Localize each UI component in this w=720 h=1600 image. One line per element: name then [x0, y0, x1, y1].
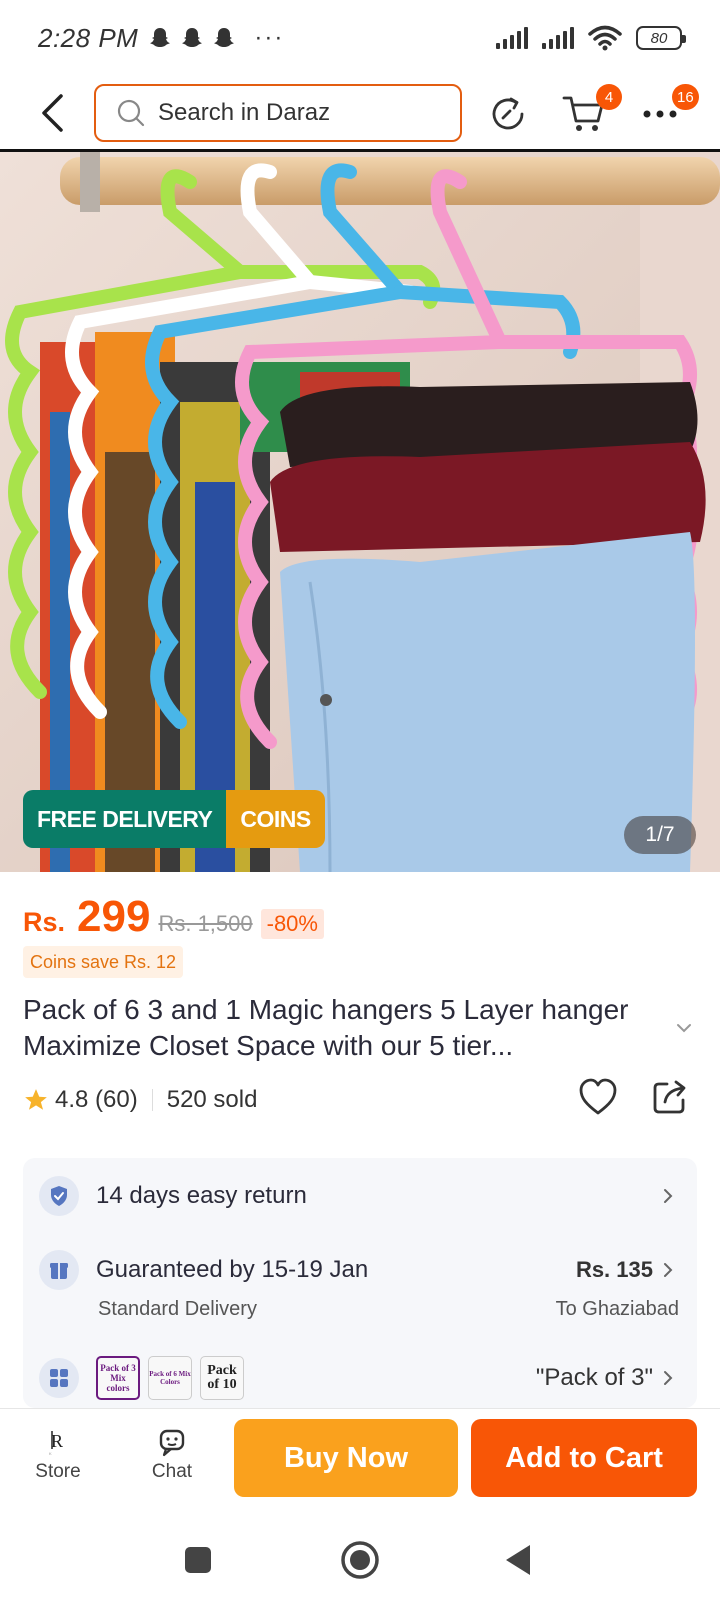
store-button[interactable]: RK Store [28, 1427, 88, 1483]
bottom-action-bar: RK Store Chat Buy Now Add to Cart [0, 1408, 720, 1520]
more-notifications-icon: ··· [254, 24, 285, 51]
variant-grid-icon [39, 1358, 79, 1398]
recents-icon [185, 1547, 211, 1573]
price-current: 299 [77, 892, 151, 941]
search-input[interactable] [158, 98, 438, 127]
snapchat-icon [214, 28, 235, 47]
wishlist-button[interactable] [578, 1078, 618, 1121]
variant-thumb[interactable]: Pack of 3 Mix colors [96, 1356, 140, 1400]
signal-icon [496, 27, 528, 49]
add-to-cart-button[interactable]: Add to Cart [471, 1419, 697, 1497]
store-label: Store [35, 1461, 81, 1482]
delivery-location: To Ghaziabad [555, 1298, 679, 1320]
product-title: Pack of 6 3 and 1 Magic hangers 5 Layer … [23, 994, 629, 1061]
search-box[interactable] [94, 83, 462, 142]
more-icon [643, 110, 677, 118]
history-icon [492, 97, 524, 130]
buy-now-button[interactable]: Buy Now [234, 1419, 458, 1497]
expand-title-button[interactable] [676, 1020, 692, 1038]
coins-badge: COINS [226, 790, 325, 848]
discount-badge: -80% [260, 909, 324, 939]
signal-icon [542, 27, 574, 49]
variant-selected: "Pack of 3" [535, 1364, 653, 1391]
price-original: Rs. 1,500 [158, 911, 253, 936]
svg-text:K: K [49, 1451, 52, 1456]
delivery-type: Standard Delivery [98, 1298, 257, 1320]
sold-count: 520 sold [166, 1086, 258, 1113]
coins-save-badge: Coins save Rs. 12 [23, 946, 184, 978]
price-currency: Rs. [23, 907, 66, 937]
product-photo [0, 152, 720, 872]
chat-icon [159, 1429, 185, 1457]
chevron-right-icon [664, 1371, 673, 1385]
recents-button[interactable] [176, 1538, 220, 1582]
system-back-button[interactable] [496, 1538, 540, 1582]
share-icon [653, 1080, 686, 1114]
chat-label: Chat [151, 1461, 193, 1482]
shield-icon [39, 1176, 79, 1216]
chevron-right-icon [664, 1189, 673, 1203]
variant-thumb[interactable]: Pack of 10 [200, 1356, 244, 1400]
rating-separator [151, 1089, 153, 1111]
header: 4 16 [0, 76, 720, 152]
return-policy-row[interactable]: 14 days easy return [39, 1176, 673, 1216]
snapchat-icon [182, 28, 203, 47]
image-counter: 1/7 [624, 816, 696, 854]
return-policy-text: 14 days easy return [96, 1182, 307, 1209]
cart-badge: 4 [596, 84, 622, 110]
back-icon [42, 93, 63, 132]
snapchat-icon [150, 28, 171, 47]
variant-thumb[interactable]: Pack of 6 Mix Colors [148, 1356, 192, 1400]
back-button[interactable] [22, 83, 82, 143]
cart-button[interactable]: 4 [556, 84, 622, 142]
share-button[interactable] [651, 1078, 689, 1121]
product-image[interactable] [0, 152, 720, 872]
rating-value: 4.8 (60) [55, 1086, 138, 1113]
battery-level: 80 [650, 29, 668, 47]
promo-badges: FREE DELIVERY COINS [23, 790, 325, 848]
chat-button[interactable]: Chat [142, 1427, 202, 1483]
delivery-gift-icon [39, 1250, 79, 1290]
heart-icon [579, 1078, 617, 1115]
chevron-down-icon [677, 1024, 691, 1033]
status-bar: 2:28 PM ··· 80 [0, 0, 720, 76]
battery-icon: 80 [636, 26, 686, 50]
variant-row[interactable]: Pack of 3 Mix colors Pack of 6 Mix Color… [39, 1356, 673, 1400]
status-time: 2:28 PM [38, 22, 139, 53]
price-row: Rs. 299 Rs. 1,500 -80% [23, 892, 324, 942]
chevron-right-icon [664, 1263, 673, 1277]
wifi-icon [588, 25, 622, 51]
system-nav-bar [0, 1520, 720, 1600]
delivery-guarantee-text: Guaranteed by 15-19 Jan [96, 1256, 369, 1283]
free-delivery-badge: FREE DELIVERY [23, 790, 227, 848]
more-button[interactable]: 16 [632, 84, 699, 142]
rating-row[interactable]: 4.8 (60) 520 sold [23, 1086, 257, 1114]
home-icon [341, 1541, 379, 1579]
triangle-back-icon [506, 1545, 530, 1575]
search-icon [117, 99, 145, 126]
star-icon [25, 1089, 47, 1110]
home-button[interactable] [338, 1538, 382, 1582]
notification-icons [148, 26, 236, 50]
history-button[interactable] [480, 86, 536, 142]
delivery-row[interactable]: Guaranteed by 15-19 Jan Rs. 135 [39, 1250, 673, 1290]
delivery-fee: Rs. 135 [575, 1257, 653, 1282]
store-logo-icon: RK [49, 1431, 63, 1456]
more-badge: 16 [672, 84, 699, 110]
svg-text:R: R [51, 1431, 63, 1451]
